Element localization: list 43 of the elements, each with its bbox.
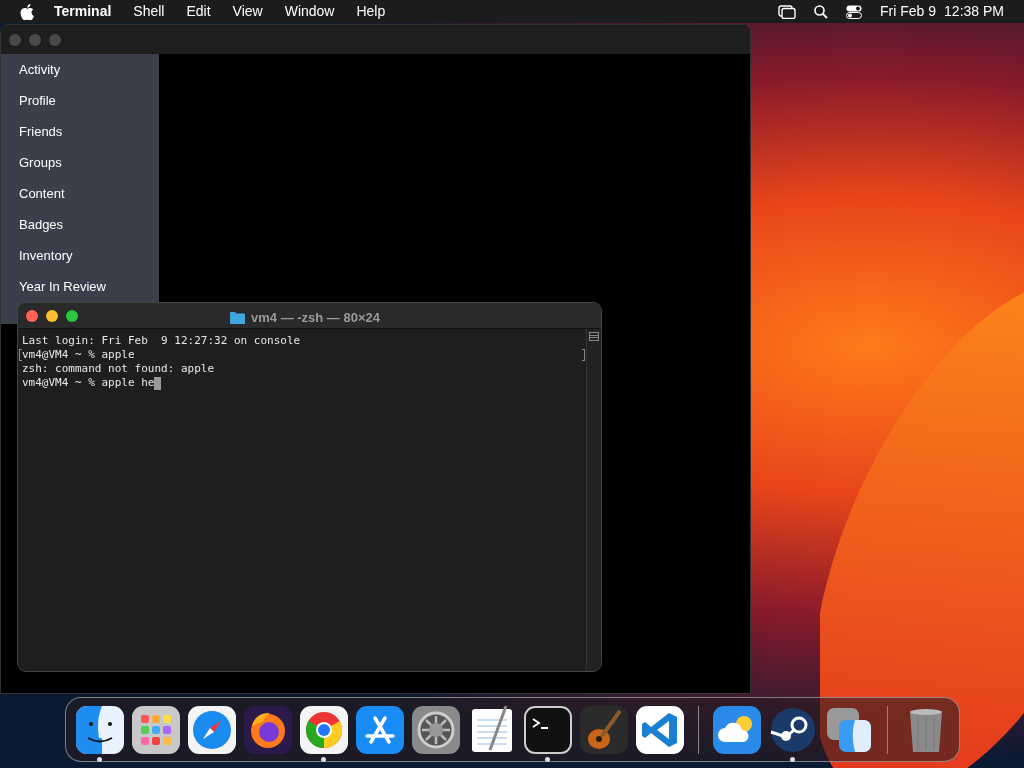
terminal-line: vm4@VM4 ~ % apple he — [22, 376, 155, 390]
code-editor-icon[interactable] — [635, 705, 684, 754]
menu-item[interactable]: View — [232, 1, 263, 22]
terminal-line: zsh: command not found: apple — [22, 362, 215, 376]
terminal-line: Last login: Fri Feb 9 12:27:32 on console — [22, 334, 301, 348]
app-store-icon[interactable] — [355, 705, 404, 754]
folder-icon — [230, 311, 245, 325]
menu-item[interactable]: Edit — [186, 1, 211, 22]
menu-item[interactable]: Window — [284, 1, 335, 22]
fox-globe-icon[interactable] — [243, 705, 292, 754]
app-menu[interactable]: Terminal — [54, 1, 112, 22]
menu-item[interactable]: Help — [356, 1, 386, 22]
guitar-icon[interactable] — [579, 705, 628, 754]
toggles-icon[interactable] — [846, 4, 863, 19]
sidebar-item[interactable]: Inventory — [1, 240, 159, 271]
sidebar-item[interactable]: Profile — [1, 85, 159, 116]
sidebar-item[interactable]: Badges — [1, 209, 159, 240]
date-text[interactable]: Fri Feb 9 — [880, 1, 937, 22]
minimize-button[interactable] — [46, 309, 58, 322]
finder-pair-icon[interactable] — [824, 705, 873, 754]
app-grid-icon[interactable] — [131, 705, 180, 754]
apple-logo-icon[interactable] — [20, 3, 34, 20]
sidebar-item[interactable]: Activity — [1, 54, 159, 85]
menu-item[interactable]: Shell — [133, 1, 165, 22]
split-icon[interactable] — [589, 332, 599, 341]
chrome-logo-icon[interactable] — [299, 705, 348, 754]
cloud-sun-icon[interactable] — [712, 705, 761, 754]
sidebar-item[interactable]: Content — [1, 178, 159, 209]
steam-logo-icon[interactable] — [768, 705, 817, 754]
close-button[interactable] — [26, 309, 38, 322]
clock-text[interactable]: 12:38 PM — [944, 1, 1004, 22]
sidebar-item[interactable]: Groups — [1, 147, 159, 178]
sidebar-item[interactable]: Year In Review — [1, 271, 159, 302]
finder-face-icon[interactable] — [75, 705, 124, 754]
terminal-icon[interactable] — [523, 705, 572, 754]
compass-icon[interactable] — [187, 705, 236, 754]
window-title: vm4 — -zsh — 80×24 — [251, 309, 380, 327]
windows-icon[interactable] — [778, 4, 797, 19]
sidebar-item[interactable]: Friends — [1, 116, 159, 147]
zoom-button[interactable] — [66, 309, 78, 322]
terminal-line: vm4@VM4 ~ % apple — [22, 348, 135, 362]
search-icon[interactable] — [814, 4, 829, 19]
gear-icon[interactable] — [411, 705, 460, 754]
